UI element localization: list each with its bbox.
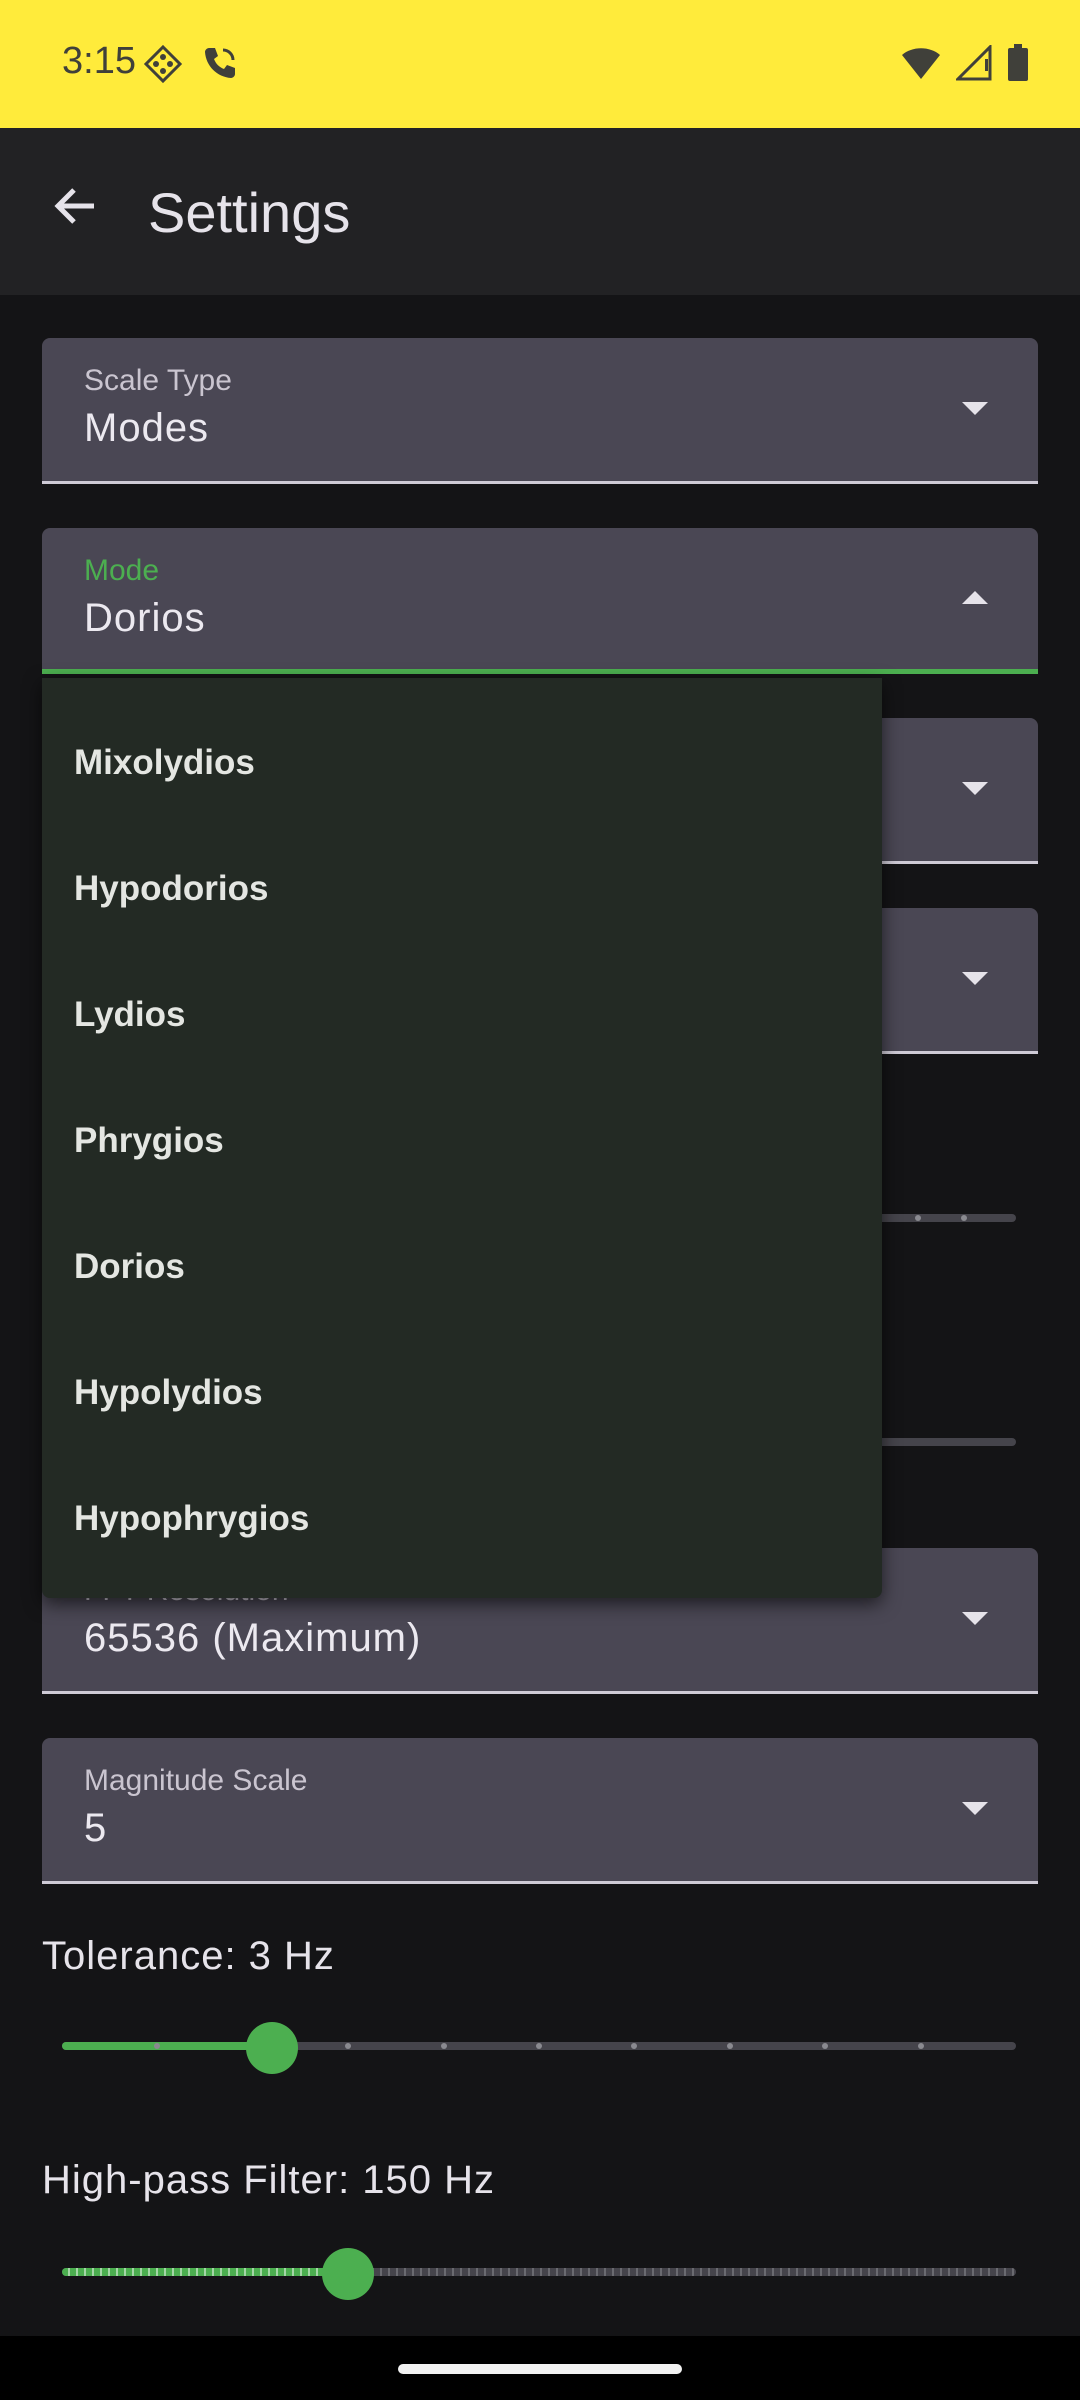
status-right-icons xyxy=(900,43,1030,87)
tick-mark xyxy=(727,2043,733,2049)
app-bar: Settings xyxy=(0,128,1080,295)
tick-mark xyxy=(536,2043,542,2049)
game-controller-icon xyxy=(143,44,183,89)
status-time: 3:15 xyxy=(62,40,136,82)
tolerance-label: Tolerance: 3 Hz xyxy=(42,1934,335,1978)
dropdown-arrow-up-icon xyxy=(962,591,988,604)
page-title: Settings xyxy=(148,181,351,244)
battery-icon xyxy=(1006,44,1030,87)
menu-item-hypodorios[interactable]: Hypodorios xyxy=(42,826,882,952)
dropdown-arrow-icon xyxy=(962,972,988,985)
high-pass-filter-slider[interactable] xyxy=(62,2248,1016,2300)
tick-mark xyxy=(441,2043,447,2049)
fft-resolution-value: 65536 (Maximum) xyxy=(84,1616,422,1660)
navigation-bar xyxy=(0,2336,1080,2400)
dropdown-arrow-icon xyxy=(962,1802,988,1815)
menu-item-hypophrygios[interactable]: Hypophrygios xyxy=(42,1456,882,1582)
high-pass-filter-label: High-pass Filter: 150 Hz xyxy=(42,2158,496,2202)
high-pass-slider-fill xyxy=(62,2268,348,2276)
dropdown-arrow-icon xyxy=(962,1612,988,1625)
dropdown-arrow-icon xyxy=(962,782,988,795)
magnitude-scale-dropdown[interactable]: Magnitude Scale 5 xyxy=(42,1738,1038,1884)
home-gesture-handle[interactable] xyxy=(398,2364,682,2374)
status-bar: 3:15 xyxy=(0,0,1080,128)
dropdown-arrow-icon xyxy=(962,402,988,415)
tolerance-slider-thumb[interactable] xyxy=(246,2022,298,2074)
tick-mark xyxy=(631,2043,637,2049)
tick-mark xyxy=(918,2043,924,2049)
status-left-icons xyxy=(143,44,239,89)
magnitude-scale-value: 5 xyxy=(84,1806,108,1850)
arrow-back-icon xyxy=(50,182,98,235)
scale-type-label: Scale Type xyxy=(84,364,232,397)
menu-item-phrygios[interactable]: Phrygios xyxy=(42,1078,882,1204)
tick-mark xyxy=(822,2043,828,2049)
tick-mark xyxy=(154,2043,160,2049)
mode-label: Mode xyxy=(84,554,160,587)
phone-call-icon xyxy=(201,44,239,89)
menu-item-hypolydios[interactable]: Hypolydios xyxy=(42,1330,882,1456)
high-pass-slider-thumb[interactable] xyxy=(322,2248,374,2300)
back-button[interactable] xyxy=(38,172,110,244)
mode-dropdown[interactable]: Mode Dorios xyxy=(42,528,1038,674)
scale-type-value: Modes xyxy=(84,406,210,450)
tick-mark xyxy=(345,2043,351,2049)
mode-dropdown-menu: Mixolydios Hypodorios Lydios Phrygios Do… xyxy=(42,678,882,1598)
tolerance-slider[interactable] xyxy=(62,2022,1016,2074)
magnitude-scale-label: Magnitude Scale xyxy=(84,1764,308,1797)
wifi-icon xyxy=(900,45,942,86)
mode-value: Dorios xyxy=(84,596,206,640)
scale-type-dropdown[interactable]: Scale Type Modes xyxy=(42,338,1038,484)
menu-item-lydios[interactable]: Lydios xyxy=(42,952,882,1078)
menu-item-mixolydios[interactable]: Mixolydios xyxy=(42,700,882,826)
signal-icon xyxy=(954,43,992,86)
menu-item-dorios[interactable]: Dorios xyxy=(42,1204,882,1330)
